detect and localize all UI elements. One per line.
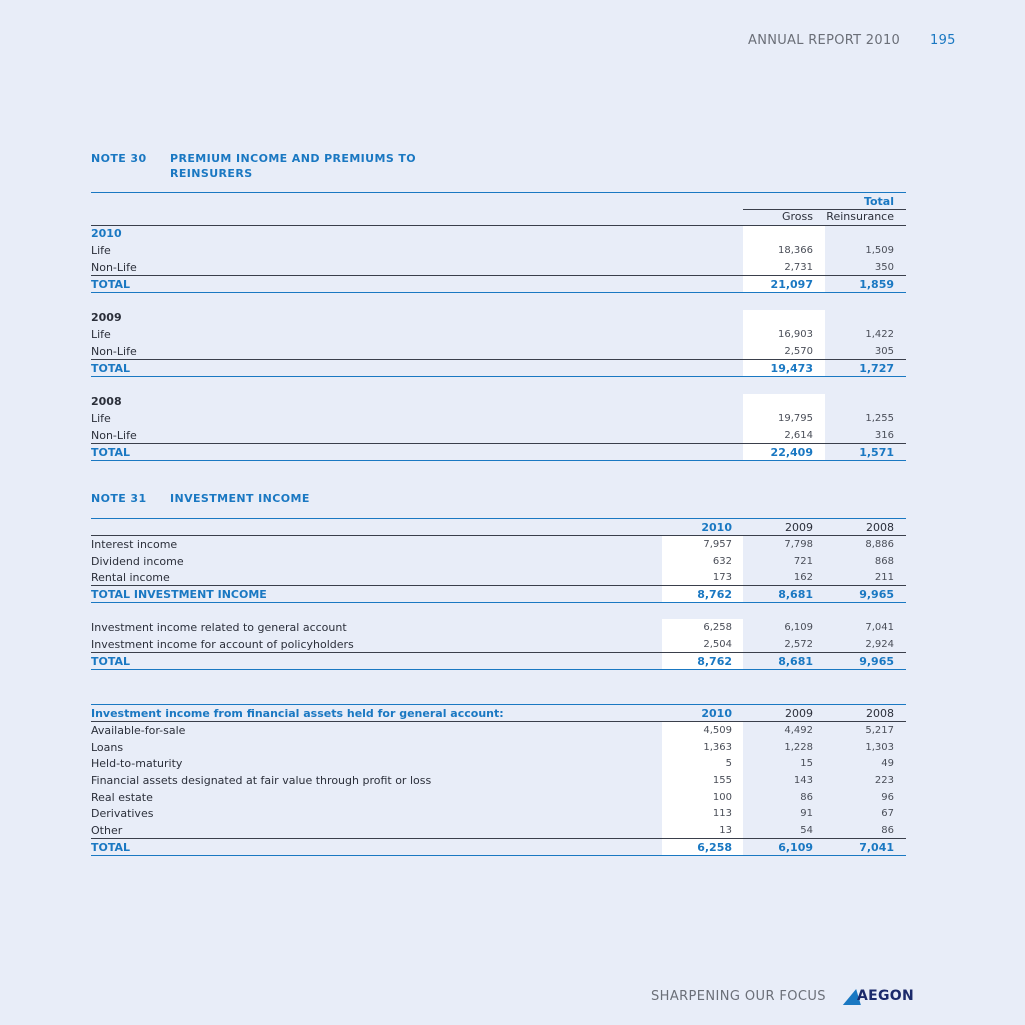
table-row: Non-Life 2,570 305 (91, 345, 894, 358)
note31-number: NOTE 31 (91, 492, 147, 505)
section-rule (91, 669, 906, 670)
section-year: 2008 (91, 395, 122, 408)
total-row: TOTAL 22,409 1,571 (91, 446, 894, 459)
table-row: Held-to-maturity 5 15 49 (91, 757, 894, 770)
table-row: Investment income related to general acc… (91, 621, 894, 634)
section-year: 2009 (91, 311, 122, 324)
column-header-gross: Gross (782, 210, 813, 223)
table-row: Non-Life 2,614 316 (91, 429, 894, 442)
table-row: Loans 1,363 1,228 1,303 (91, 741, 894, 754)
section-rule (91, 460, 906, 461)
footer-tagline: SHARPENING OUR FOCUS (651, 989, 826, 1004)
note30-number: NOTE 30 (91, 152, 147, 165)
table-row: Life 19,795 1,255 (91, 412, 894, 425)
aegon-logo: AEGON (842, 986, 915, 1008)
table-row: Real estate 100 86 96 (91, 791, 894, 804)
table-row: Derivatives 113 91 67 (91, 807, 894, 820)
note31-title-text: INVESTMENT INCOME (170, 492, 310, 505)
column-header-2008: 2008 (866, 521, 894, 534)
total-row: TOTAL 21,097 1,859 (91, 278, 894, 291)
table2-heading: Investment income from financial assets … (91, 707, 504, 720)
total-row: TOTAL 19,473 1,727 (91, 362, 894, 375)
note30-title-line2: REINSURERS (170, 167, 253, 180)
total-row: TOTAL 6,258 6,109 7,041 (91, 841, 894, 854)
table-row: Interest income 7,957 7,798 8,886 (91, 538, 894, 551)
note31-column-header: 2010 2009 2008 (91, 519, 906, 536)
table-row: Other 13 54 86 (91, 824, 894, 837)
section-rule (91, 292, 906, 293)
note30-column-header: Gross Reinsurance (91, 208, 906, 225)
table-row: Financial assets designated at fair valu… (91, 774, 894, 787)
column-header-reinsurance: Reinsurance (826, 210, 894, 223)
column-header-2010: 2010 (701, 521, 732, 534)
table-row: Life 18,366 1,509 (91, 244, 894, 257)
logo-wordmark: AEGON (857, 988, 915, 1004)
table-row: Dividend income 632 721 868 (91, 555, 894, 568)
section-rule (91, 602, 906, 603)
table-row: Investment income for account of policyh… (91, 638, 894, 651)
page-number: 195 (930, 33, 956, 48)
table-row: Non-Life 2,731 350 (91, 261, 894, 274)
table2-header: Investment income from financial assets … (91, 707, 894, 720)
note30-title-line1: PREMIUM INCOME AND PREMIUMS TO (170, 152, 417, 165)
report-title: ANNUAL REPORT 2010 (748, 33, 901, 48)
table-row: Available-for-sale 4,509 4,492 5,217 (91, 724, 894, 737)
table-row: Life 16,903 1,422 (91, 328, 894, 341)
total-row: TOTAL INVESTMENT INCOME 8,762 8,681 9,96… (91, 588, 894, 601)
section-rule (91, 855, 906, 856)
table-row: Rental income 173 162 211 (91, 571, 894, 584)
column-header-2009: 2009 (785, 521, 813, 534)
section-rule (91, 376, 906, 377)
total-row: TOTAL 8,762 8,681 9,965 (91, 655, 894, 668)
report-header: ANNUAL REPORT 2010 195 (748, 33, 968, 48)
section-year: 2010 (91, 227, 122, 240)
